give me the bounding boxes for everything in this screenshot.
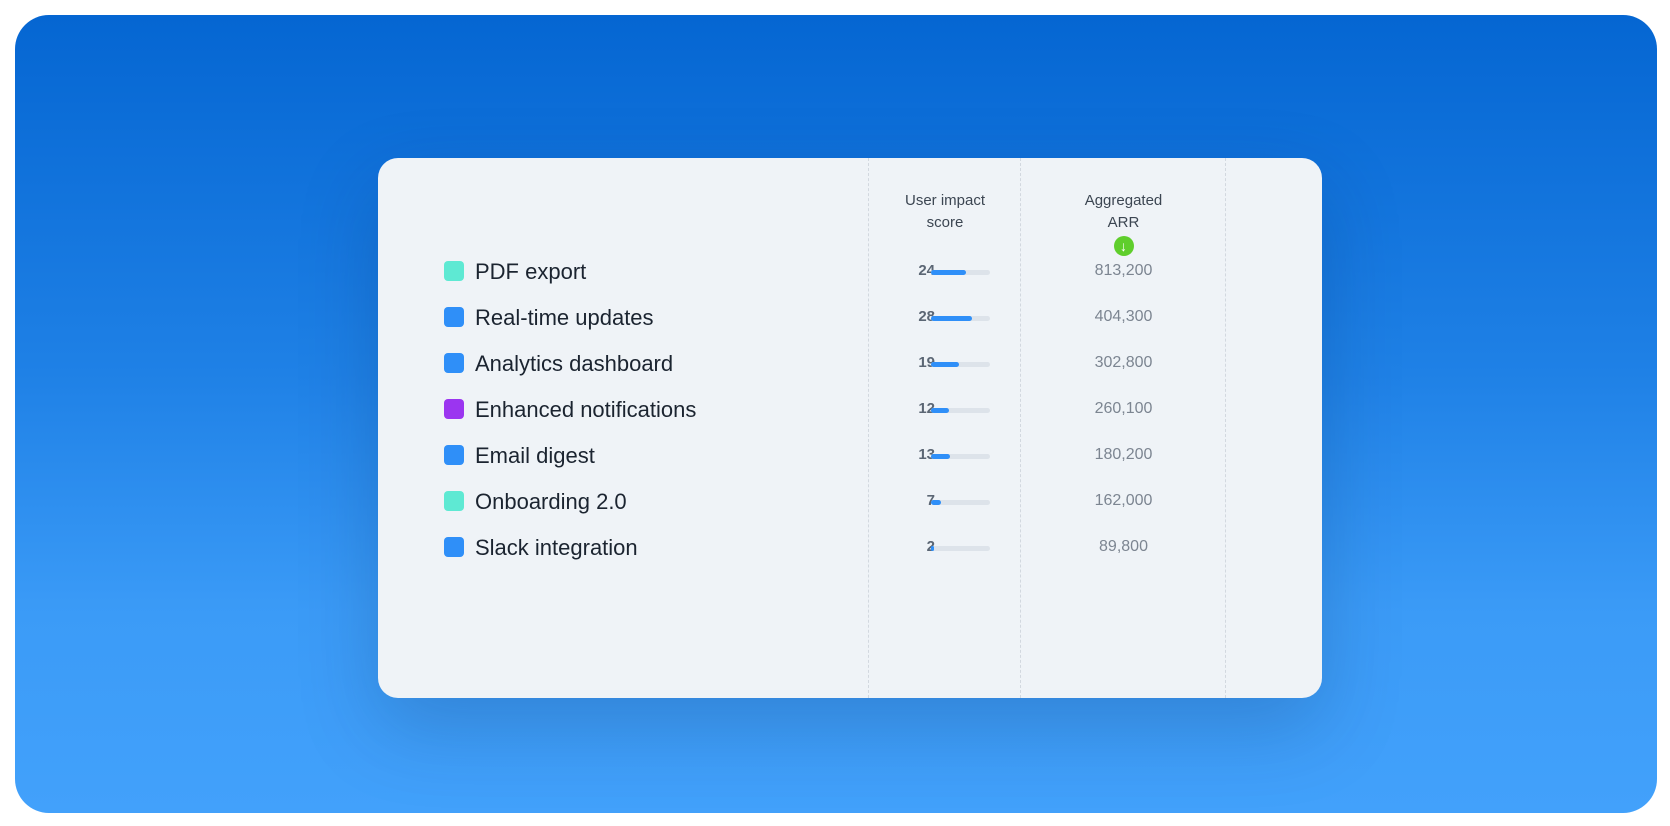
impact-score: 7 [898, 492, 935, 509]
aggregated-arr-value: 89,800 [1099, 538, 1148, 555]
aggregated-arr-value: 404,300 [1094, 308, 1153, 325]
impact-score-bar-fill [931, 500, 942, 505]
impact-score-bar-fill [931, 316, 973, 321]
column-header-line: score [926, 214, 964, 231]
table-row[interactable]: Enhanced notifications 12 260,100 [378, 386, 1322, 435]
impact-score: 28 [918, 308, 935, 325]
impact-score-bar [931, 408, 990, 413]
impact-score-bar-fill [931, 362, 960, 367]
aggregated-arr-value: 162,000 [1094, 492, 1153, 509]
column-header-line: User impact [904, 192, 986, 209]
color-swatch [444, 399, 464, 419]
impact-score: 19 [918, 354, 935, 371]
background-frame: User impact score Aggregated ARR ↓ PDF e… [15, 15, 1657, 813]
impact-score-bar [931, 270, 990, 275]
table-row[interactable]: PDF export 24 813,200 [378, 248, 1322, 297]
aggregated-arr-value: 302,800 [1094, 354, 1153, 371]
table-row[interactable]: Slack integration 2 89,800 [378, 524, 1322, 573]
column-header-line: Aggregated [1084, 192, 1163, 209]
impact-score: 24 [918, 262, 935, 279]
color-swatch [444, 445, 464, 465]
feature-name: Enhanced notifications [475, 397, 697, 422]
impact-score-bar [931, 362, 990, 367]
aggregated-arr-value: 180,200 [1094, 446, 1153, 463]
impact-score-bar [931, 316, 990, 321]
impact-score-bar [931, 500, 990, 505]
feature-name: Email digest [475, 443, 595, 468]
impact-score-bar-fill [931, 546, 934, 551]
color-swatch [444, 491, 464, 511]
table-row[interactable]: Email digest 13 180,200 [378, 432, 1322, 481]
feature-name: Onboarding 2.0 [475, 489, 627, 514]
feature-name: PDF export [475, 259, 587, 284]
color-swatch [444, 307, 464, 327]
impact-score-bar-fill [931, 408, 949, 413]
color-swatch [444, 353, 464, 373]
feature-name: Slack integration [475, 535, 638, 560]
aggregated-arr-value: 813,200 [1094, 262, 1153, 279]
table-row[interactable]: Analytics dashboard 19 302,800 [378, 340, 1322, 389]
impact-score: 13 [918, 446, 935, 463]
feature-name: Real-time updates [475, 305, 654, 330]
table-row[interactable]: Onboarding 2.0 7 162,000 [378, 478, 1322, 527]
color-swatch [444, 261, 464, 281]
impact-score: 2 [898, 538, 935, 555]
impact-score-bar-fill [931, 270, 967, 275]
table-row[interactable]: Real-time updates 28 404,300 [378, 294, 1322, 343]
aggregated-arr-value: 260,100 [1094, 400, 1153, 417]
color-swatch [444, 537, 464, 557]
column-header-line: ARR [1107, 214, 1140, 231]
feature-name: Analytics dashboard [475, 351, 674, 376]
feature-table-card: User impact score Aggregated ARR ↓ PDF e… [378, 158, 1322, 698]
impact-score-bar [931, 454, 990, 459]
impact-score: 12 [918, 400, 935, 417]
impact-score-bar-fill [931, 454, 951, 459]
column-header-user-impact-score[interactable]: User impact score [870, 190, 1020, 234]
impact-score-bar [931, 546, 990, 551]
